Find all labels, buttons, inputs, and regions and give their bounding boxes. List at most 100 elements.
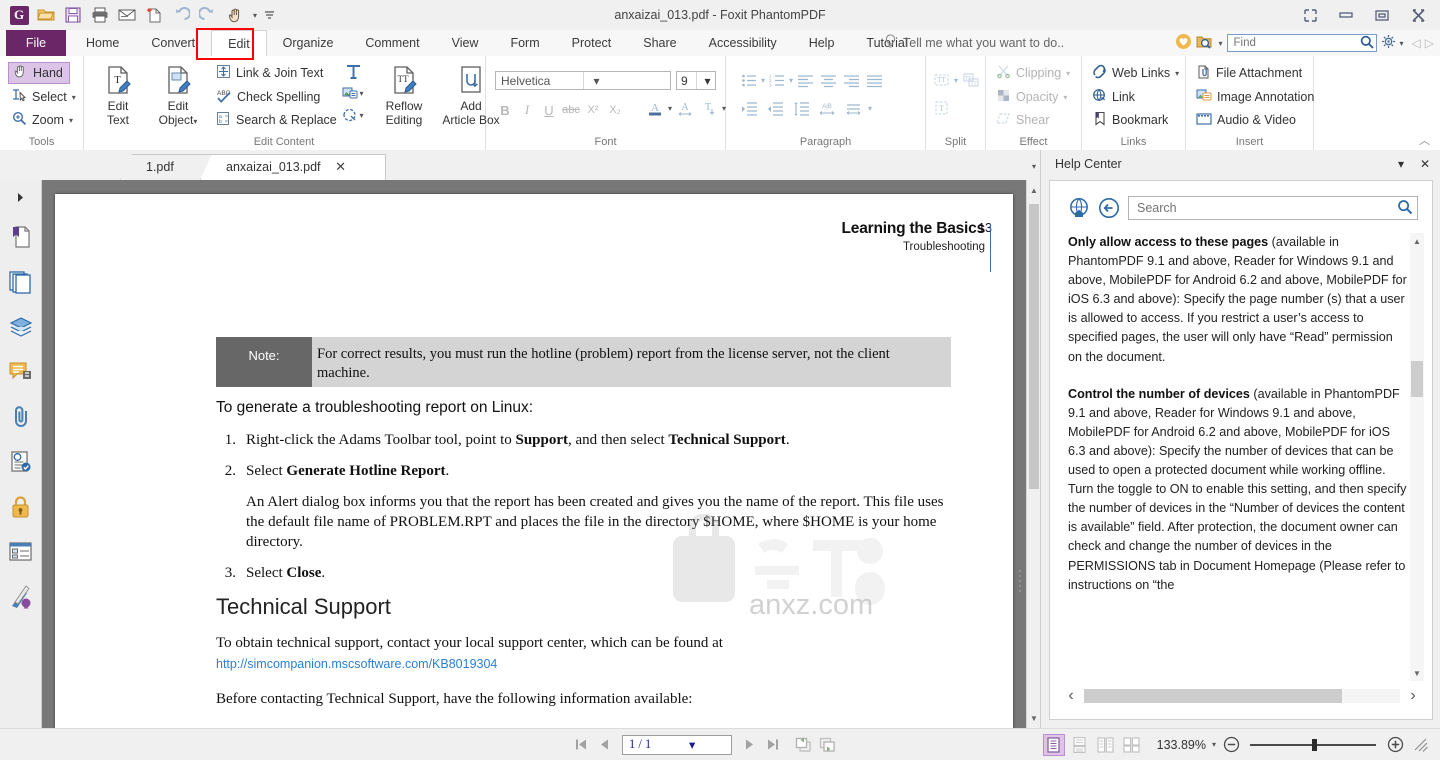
- reflow-editing-button[interactable]: TT Reflow Editing: [376, 60, 432, 127]
- attachments-icon[interactable]: [0, 394, 41, 439]
- font-name-dropdown-icon[interactable]: ▾: [582, 72, 671, 89]
- file-attachment-button[interactable]: File Attachment: [1192, 62, 1306, 84]
- audio-video-button[interactable]: Audio & Video: [1192, 109, 1300, 131]
- help-search-input-wrapper[interactable]: [1128, 196, 1418, 220]
- scroll-up-icon[interactable]: ▲: [1027, 182, 1040, 198]
- align-justify-icon[interactable]: [863, 70, 885, 90]
- customize-qat-icon[interactable]: [262, 2, 276, 28]
- close-icon[interactable]: ✕: [1417, 156, 1433, 172]
- minimize-icon[interactable]: [1328, 1, 1364, 29]
- scroll-thumb[interactable]: [1029, 204, 1039, 489]
- last-page-icon[interactable]: [762, 734, 784, 756]
- web-links-button[interactable]: Web Links ▾: [1088, 62, 1183, 84]
- find-search-icon[interactable]: [1360, 35, 1374, 52]
- help-horizontal-scrollbar[interactable]: ‹ ›: [1058, 685, 1426, 707]
- find-input-wrapper[interactable]: [1226, 34, 1377, 52]
- scroll-down-icon[interactable]: ▼: [1027, 710, 1040, 726]
- search-icon[interactable]: [1397, 199, 1413, 218]
- font-color-icon[interactable]: A: [644, 98, 666, 118]
- find-input[interactable]: [1231, 36, 1360, 50]
- foxit-logo-icon[interactable]: G: [6, 2, 32, 28]
- split-text-dropdown-icon[interactable]: ▾: [954, 76, 958, 85]
- check-spelling-button[interactable]: ABC Check Spelling: [212, 86, 324, 108]
- help-scroll-up-icon[interactable]: ▲: [1410, 233, 1424, 249]
- pages-icon[interactable]: [0, 259, 41, 304]
- single-page-icon[interactable]: [1042, 733, 1065, 756]
- select-dropdown-icon[interactable]: ▾: [72, 93, 76, 102]
- restore-all-icon[interactable]: [1292, 1, 1328, 29]
- maximize-icon[interactable]: [1364, 1, 1400, 29]
- next-ribbon-icon[interactable]: ▷: [1425, 36, 1434, 50]
- tab-comment[interactable]: Comment: [349, 30, 435, 56]
- pdf-page[interactable]: Learning the Basics Troubleshooting 13 N…: [55, 194, 1013, 728]
- save-icon[interactable]: [60, 2, 86, 28]
- collapse-ribbon-icon[interactable]: ︿: [1419, 132, 1430, 148]
- subscript-button[interactable]: X₂: [605, 100, 625, 120]
- open-icon[interactable]: [33, 2, 59, 28]
- superscript-button[interactable]: X²: [583, 100, 603, 120]
- help-search-input[interactable]: [1135, 200, 1397, 216]
- create-pdf-icon[interactable]: [141, 2, 167, 28]
- help-scroll-right-icon[interactable]: ›: [1400, 685, 1426, 707]
- help-hscroll-track[interactable]: [1084, 689, 1400, 703]
- tab-protect[interactable]: Protect: [556, 30, 628, 56]
- bookmark-button[interactable]: Bookmark: [1088, 109, 1172, 131]
- opacity-dropdown-icon[interactable]: ▾: [1063, 93, 1067, 102]
- clipping-dropdown-icon[interactable]: ▾: [1066, 69, 1070, 78]
- digital-signature-icon[interactable]: [0, 439, 41, 484]
- search-folder-icon[interactable]: [1196, 34, 1215, 53]
- link-button[interactable]: Link: [1088, 86, 1139, 108]
- menu-file[interactable]: File: [6, 30, 66, 56]
- shear-button[interactable]: Shear: [992, 109, 1053, 131]
- tab-convert[interactable]: Convert: [135, 30, 211, 56]
- help-scroll-left-icon[interactable]: ‹: [1058, 685, 1084, 707]
- doc-support-link[interactable]: http://simcompanion.mscsoftware.com/KB80…: [216, 657, 497, 671]
- font-size-dropdown-icon[interactable]: ▾: [695, 72, 716, 89]
- page-number-input[interactable]: 1 / 1 ▾: [622, 734, 732, 755]
- settings-gear-icon[interactable]: [1381, 34, 1396, 52]
- back-arrow-icon[interactable]: [1098, 197, 1120, 219]
- expand-panel-icon[interactable]: [0, 180, 41, 214]
- help-hscroll-thumb[interactable]: [1084, 689, 1342, 703]
- zoom-in-icon[interactable]: [1384, 734, 1406, 756]
- hand-button[interactable]: Hand: [8, 62, 70, 84]
- doc-tab-2[interactable]: anxaizai_013.pdf ✕: [200, 154, 386, 180]
- add-shape-icon[interactable]: ▾: [342, 104, 364, 126]
- security-lock-icon[interactable]: [0, 484, 41, 529]
- resize-grip-icon[interactable]: [1410, 734, 1432, 756]
- opacity-button[interactable]: Opacity ▾: [992, 86, 1071, 108]
- link-join-text-button[interactable]: Link & Join Text: [212, 62, 327, 84]
- font-name-select[interactable]: Helvetica ▾: [495, 71, 671, 90]
- indent-decrease-icon[interactable]: [764, 98, 786, 118]
- tab-home[interactable]: Home: [70, 30, 135, 56]
- bold-button[interactable]: B: [495, 100, 515, 120]
- settings-dropdown-icon[interactable]: ▾: [1400, 39, 1404, 48]
- add-shape-dropdown-icon[interactable]: ▾: [359, 111, 363, 120]
- horizontal-scale-icon[interactable]: [842, 98, 864, 118]
- split-view-grip[interactable]: [1016, 568, 1024, 594]
- foxit-heart-icon[interactable]: [1175, 33, 1192, 53]
- continuous-page-icon[interactable]: [1069, 734, 1091, 756]
- align-right-icon[interactable]: [840, 70, 862, 90]
- zoom-dropdown-icon[interactable]: ▾: [69, 116, 73, 125]
- tab-help[interactable]: Help: [793, 30, 851, 56]
- add-image-icon[interactable]: ▾: [342, 82, 364, 104]
- tab-organize[interactable]: Organize: [267, 30, 350, 56]
- char-spacing-icon[interactable]: A: [674, 98, 696, 118]
- image-annotation-button[interactable]: Image Annotation: [1192, 86, 1318, 108]
- tab-share[interactable]: Share: [627, 30, 692, 56]
- align-center-icon[interactable]: [817, 70, 839, 90]
- close-icon[interactable]: ✕: [333, 159, 349, 175]
- char-spacing-para-icon[interactable]: A|B: [816, 98, 838, 118]
- split-box-icon[interactable]: T: [930, 98, 952, 118]
- indent-increase-icon[interactable]: [738, 98, 760, 118]
- align-left-icon[interactable]: [794, 70, 816, 90]
- tab-form[interactable]: Form: [494, 30, 555, 56]
- zoom-button[interactable]: Zoom ▾: [8, 109, 77, 131]
- numbered-list-dropdown-icon[interactable]: ▾: [789, 76, 793, 85]
- help-scroll-thumb[interactable]: [1411, 361, 1423, 397]
- zoom-dropdown-icon[interactable]: ▾: [1212, 740, 1216, 749]
- chevron-down-icon[interactable]: ▾: [1393, 156, 1409, 172]
- previous-page-icon[interactable]: [594, 734, 616, 756]
- search-replace-button[interactable]: ab Search & Replace: [212, 109, 341, 131]
